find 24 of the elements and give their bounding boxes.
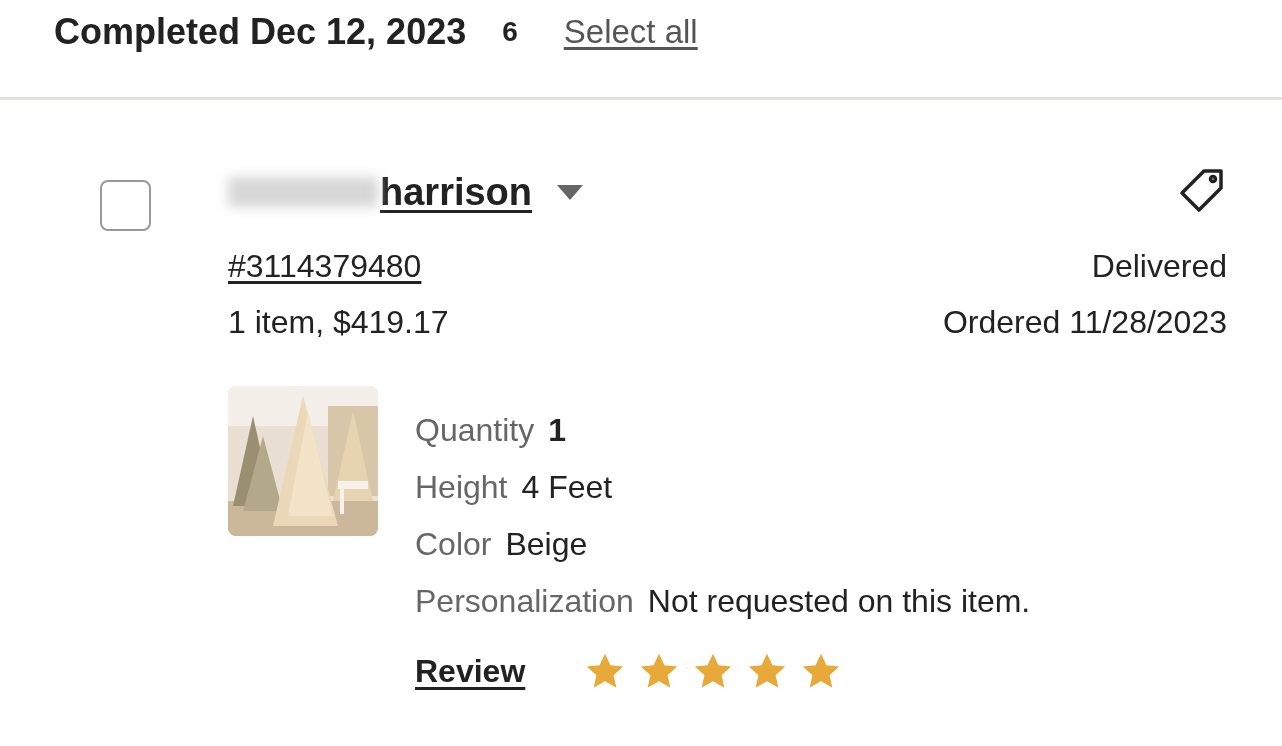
group-title: Completed Dec 12, 2023 bbox=[54, 10, 467, 53]
detail-label: Quantity bbox=[415, 412, 535, 449]
star-icon bbox=[747, 652, 788, 690]
star-icon bbox=[801, 652, 842, 690]
order-date: Ordered 11/28/2023 bbox=[942, 303, 1227, 341]
star-icon bbox=[693, 652, 734, 690]
detail-label: Color bbox=[415, 526, 492, 563]
detail-value: Beige bbox=[505, 526, 588, 563]
order-summary: 1 item, $419.17 bbox=[228, 303, 449, 341]
buyer-name-link[interactable]: harrison bbox=[380, 170, 533, 214]
detail-value: Not requested on this item. bbox=[647, 583, 1031, 620]
select-all-link[interactable]: Select all bbox=[563, 12, 698, 51]
order-status: Delivered bbox=[1091, 247, 1227, 285]
star-icon bbox=[585, 652, 626, 690]
order-checkbox[interactable] bbox=[100, 180, 151, 231]
detail-label: Personalization bbox=[415, 583, 634, 620]
review-link[interactable]: Review bbox=[415, 652, 526, 690]
detail-label: Height bbox=[415, 469, 508, 506]
detail-value: 1 bbox=[548, 412, 566, 449]
caret-icon[interactable] bbox=[556, 183, 585, 201]
order-number-link[interactable]: #3114379480 bbox=[228, 247, 422, 285]
order-count: 6 bbox=[502, 15, 518, 48]
star-icon bbox=[639, 652, 680, 690]
detail-value: 4 Feet bbox=[521, 469, 613, 506]
